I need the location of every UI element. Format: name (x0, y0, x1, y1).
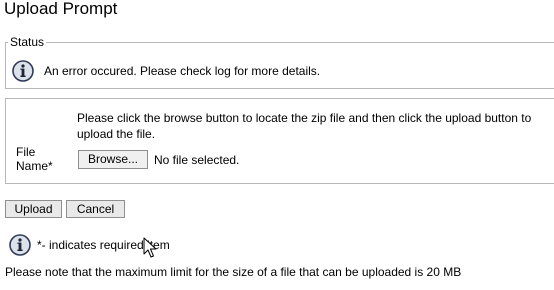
upload-instructions: Please click the browse button to locate… (77, 111, 532, 141)
cancel-button[interactable]: Cancel (66, 200, 125, 218)
file-selection-status: No file selected. (154, 153, 240, 167)
mouse-pointer-icon (143, 237, 157, 264)
info-icon (9, 234, 31, 256)
status-message: An error occured. Please check log for m… (44, 64, 321, 78)
browse-button[interactable]: Browse... (78, 150, 148, 169)
upload-button[interactable]: Upload (5, 200, 62, 218)
info-icon (12, 60, 34, 82)
page-title: Upload Prompt (4, 0, 118, 18)
upload-size-limit-note: Please note that the maximum limit for t… (5, 265, 462, 279)
file-name-label: File Name* (16, 145, 53, 173)
status-legend: Status (8, 35, 47, 49)
